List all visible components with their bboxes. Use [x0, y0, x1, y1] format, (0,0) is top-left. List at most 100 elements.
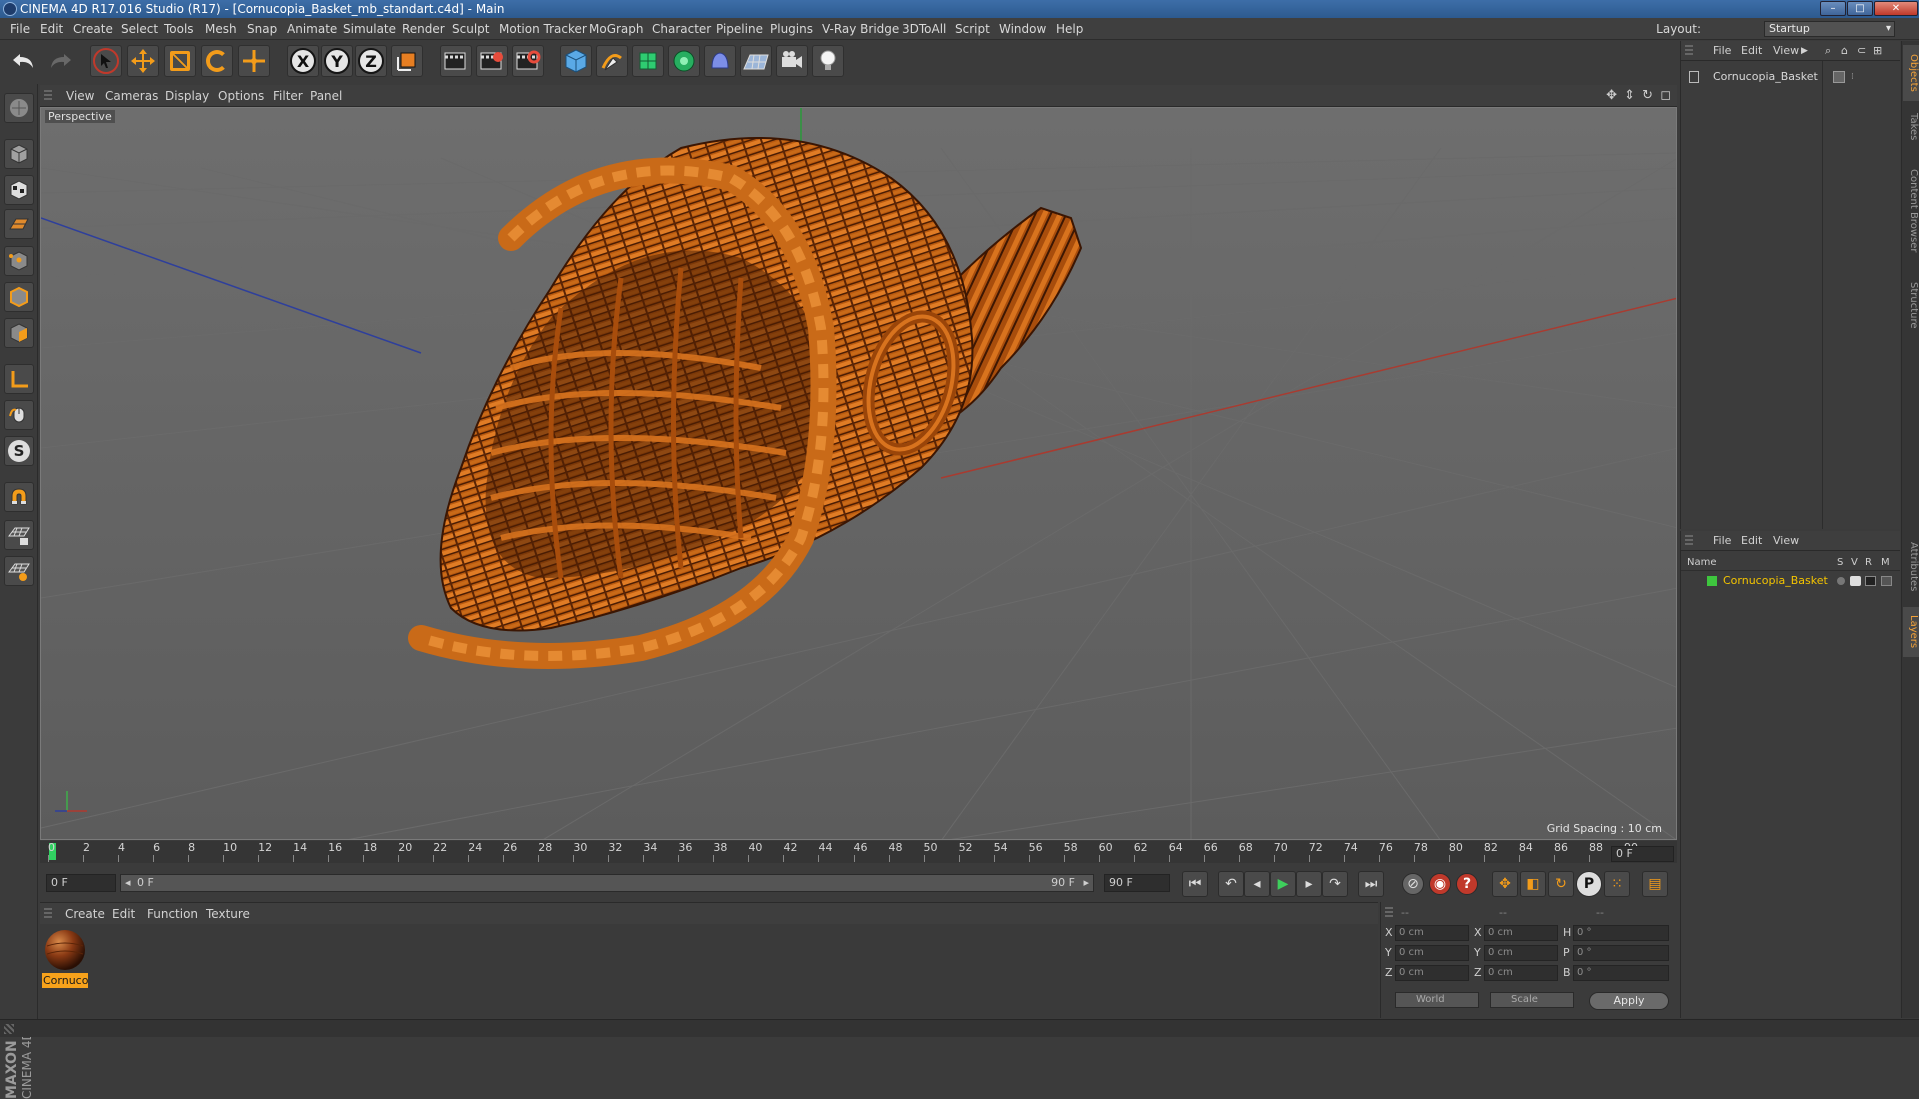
- layer-row-cornucopia-basket[interactable]: Cornucopia_Basket: [1681, 573, 1900, 589]
- camera-icon[interactable]: [776, 45, 808, 77]
- size-x-field[interactable]: 0 cm: [1484, 925, 1558, 941]
- next-frame-icon[interactable]: ▸: [1296, 871, 1322, 897]
- layer-menu-edit[interactable]: Edit: [1741, 531, 1762, 551]
- viewport-rotate-icon[interactable]: ↻: [1642, 88, 1653, 103]
- layer-color-swatch[interactable]: [1707, 576, 1717, 586]
- tab-content-browser[interactable]: Content Browser: [1903, 151, 1919, 271]
- points-mode-icon[interactable]: [4, 246, 34, 276]
- menu-window[interactable]: Window: [999, 18, 1046, 40]
- transform-icon[interactable]: [238, 45, 270, 77]
- play-icon[interactable]: ▶: [1270, 871, 1296, 897]
- material-menu-create[interactable]: Create: [65, 903, 105, 925]
- planar-workplane-icon[interactable]: [4, 556, 34, 586]
- select-arrow-icon[interactable]: [90, 45, 122, 77]
- y-axis-icon[interactable]: Y: [321, 45, 353, 77]
- material-menu-edit[interactable]: Edit: [112, 903, 135, 925]
- viewport-menu-view[interactable]: View: [66, 85, 94, 107]
- pos-x-field[interactable]: 0 cm: [1395, 925, 1469, 941]
- prev-key-icon[interactable]: ↶: [1218, 871, 1244, 897]
- locked-workplane-icon[interactable]: [4, 520, 34, 550]
- solo-mode-icon[interactable]: S: [4, 436, 34, 466]
- key-position-icon[interactable]: ✥: [1492, 871, 1518, 897]
- scale-icon[interactable]: [164, 45, 196, 77]
- apply-button[interactable]: Apply: [1589, 992, 1669, 1010]
- make-editable-icon[interactable]: [4, 93, 34, 123]
- render-toggle-icon[interactable]: [1865, 576, 1876, 586]
- manager-toggle-icon[interactable]: [1881, 576, 1892, 586]
- new-window-icon[interactable]: ⊞: [1873, 41, 1882, 61]
- object-row-cornucopia-basket[interactable]: Cornucopia_Basket ⁞: [1683, 69, 1899, 85]
- menu-file[interactable]: File: [10, 18, 30, 40]
- deformer-icon[interactable]: [704, 45, 736, 77]
- layer-tag-icon[interactable]: [1833, 71, 1845, 83]
- key-parameter-icon[interactable]: P: [1576, 871, 1602, 897]
- link-icon[interactable]: ⊂: [1857, 41, 1866, 61]
- viewport-menu-cameras[interactable]: Cameras: [105, 85, 158, 107]
- subdivision-icon[interactable]: [632, 45, 664, 77]
- menu-create[interactable]: Create: [73, 18, 113, 40]
- menu-mesh[interactable]: Mesh: [205, 18, 237, 40]
- move-icon[interactable]: [127, 45, 159, 77]
- home-icon[interactable]: ⌂: [1841, 41, 1848, 61]
- redo-icon[interactable]: [44, 45, 76, 77]
- menu-motion-tracker[interactable]: Motion Tracker: [499, 18, 587, 40]
- render-picture-viewer-icon[interactable]: [476, 45, 508, 77]
- goto-start-icon[interactable]: ⏮: [1182, 871, 1208, 897]
- current-frame-field[interactable]: 0 F: [1611, 846, 1674, 862]
- autokey-icon[interactable]: ◉: [1429, 873, 1451, 895]
- material-menu-function[interactable]: Function: [147, 903, 198, 925]
- key-rotation-icon[interactable]: ↻: [1548, 871, 1574, 897]
- menu-pipeline[interactable]: Pipeline: [716, 18, 763, 40]
- tab-objects[interactable]: Objects: [1903, 45, 1919, 101]
- material-name-label[interactable]: Cornuco: [42, 973, 88, 988]
- pos-z-field[interactable]: 0 cm: [1395, 965, 1469, 981]
- object-menu-file[interactable]: File: [1713, 41, 1731, 61]
- workplane-mode-icon[interactable]: [4, 209, 34, 239]
- menu-animate[interactable]: Animate: [287, 18, 337, 40]
- prev-frame-icon[interactable]: ◂: [1244, 871, 1270, 897]
- viewport-zoom-icon[interactable]: ⇕: [1624, 88, 1635, 103]
- layer-menu-view[interactable]: View: [1773, 531, 1799, 551]
- minimize-button[interactable]: –: [1820, 1, 1846, 16]
- object-menu-view[interactable]: View: [1773, 41, 1799, 61]
- coordinate-system-icon[interactable]: [391, 45, 423, 77]
- pos-y-field[interactable]: 0 cm: [1395, 945, 1469, 961]
- rotate-icon[interactable]: [201, 45, 233, 77]
- layer-name[interactable]: Cornucopia_Basket: [1723, 573, 1828, 589]
- viewport-maximize-icon[interactable]: ◻: [1660, 88, 1671, 103]
- size-z-field[interactable]: 0 cm: [1484, 965, 1558, 981]
- undo-icon[interactable]: [8, 45, 40, 77]
- end-frame-field[interactable]: 90 F: [1104, 874, 1170, 892]
- 3d-viewport[interactable]: Perspective Grid Spacing : 10 cm: [40, 107, 1677, 840]
- edit-render-settings-icon[interactable]: [512, 45, 544, 77]
- preview-range-slider[interactable]: ◂ 0 F 90 F ▸: [120, 874, 1094, 892]
- edges-mode-icon[interactable]: [4, 282, 34, 312]
- texture-mode-icon[interactable]: [4, 175, 34, 205]
- viewport-menu-filter[interactable]: Filter: [273, 85, 303, 107]
- model-mode-icon[interactable]: [4, 139, 34, 169]
- next-key-icon[interactable]: ↷: [1322, 871, 1348, 897]
- layer-menu-file[interactable]: File: [1713, 531, 1731, 551]
- menu-character[interactable]: Character: [652, 18, 711, 40]
- tab-layers[interactable]: Layers: [1903, 607, 1919, 657]
- polygons-mode-icon[interactable]: [4, 318, 34, 348]
- visibility-dots-icon[interactable]: ⁞: [1851, 69, 1854, 85]
- range-right-arrow-icon[interactable]: ▸: [1083, 875, 1089, 891]
- viewport-camera-label[interactable]: Perspective: [45, 110, 115, 123]
- menu-mograph[interactable]: MoGraph: [589, 18, 644, 40]
- floor-icon[interactable]: [740, 45, 772, 77]
- menu-script[interactable]: Script: [955, 18, 990, 40]
- layout-dropdown[interactable]: Startup: [1764, 21, 1895, 37]
- size-y-field[interactable]: 0 cm: [1484, 945, 1558, 961]
- more-arrow-icon[interactable]: ▶: [1801, 41, 1808, 61]
- viewport-menu-options[interactable]: Options: [218, 85, 264, 107]
- tab-attributes[interactable]: Attributes: [1903, 531, 1919, 603]
- menu-plugins[interactable]: Plugins: [770, 18, 813, 40]
- size-mode-dropdown[interactable]: Scale: [1490, 992, 1574, 1008]
- timeline-ruler[interactable]: 0 2 4 6 8 10 12 14 16 18 20 22 24 26 28 30 32 34 36 38 40 42 4…: [40, 841, 1677, 863]
- tab-takes[interactable]: Takes: [1903, 105, 1919, 149]
- viewport-pan-icon[interactable]: ✥: [1606, 88, 1617, 103]
- material-preview-swatch[interactable]: [43, 928, 87, 972]
- timeline-window-icon[interactable]: ▤: [1642, 871, 1668, 897]
- cube-icon[interactable]: [560, 45, 592, 77]
